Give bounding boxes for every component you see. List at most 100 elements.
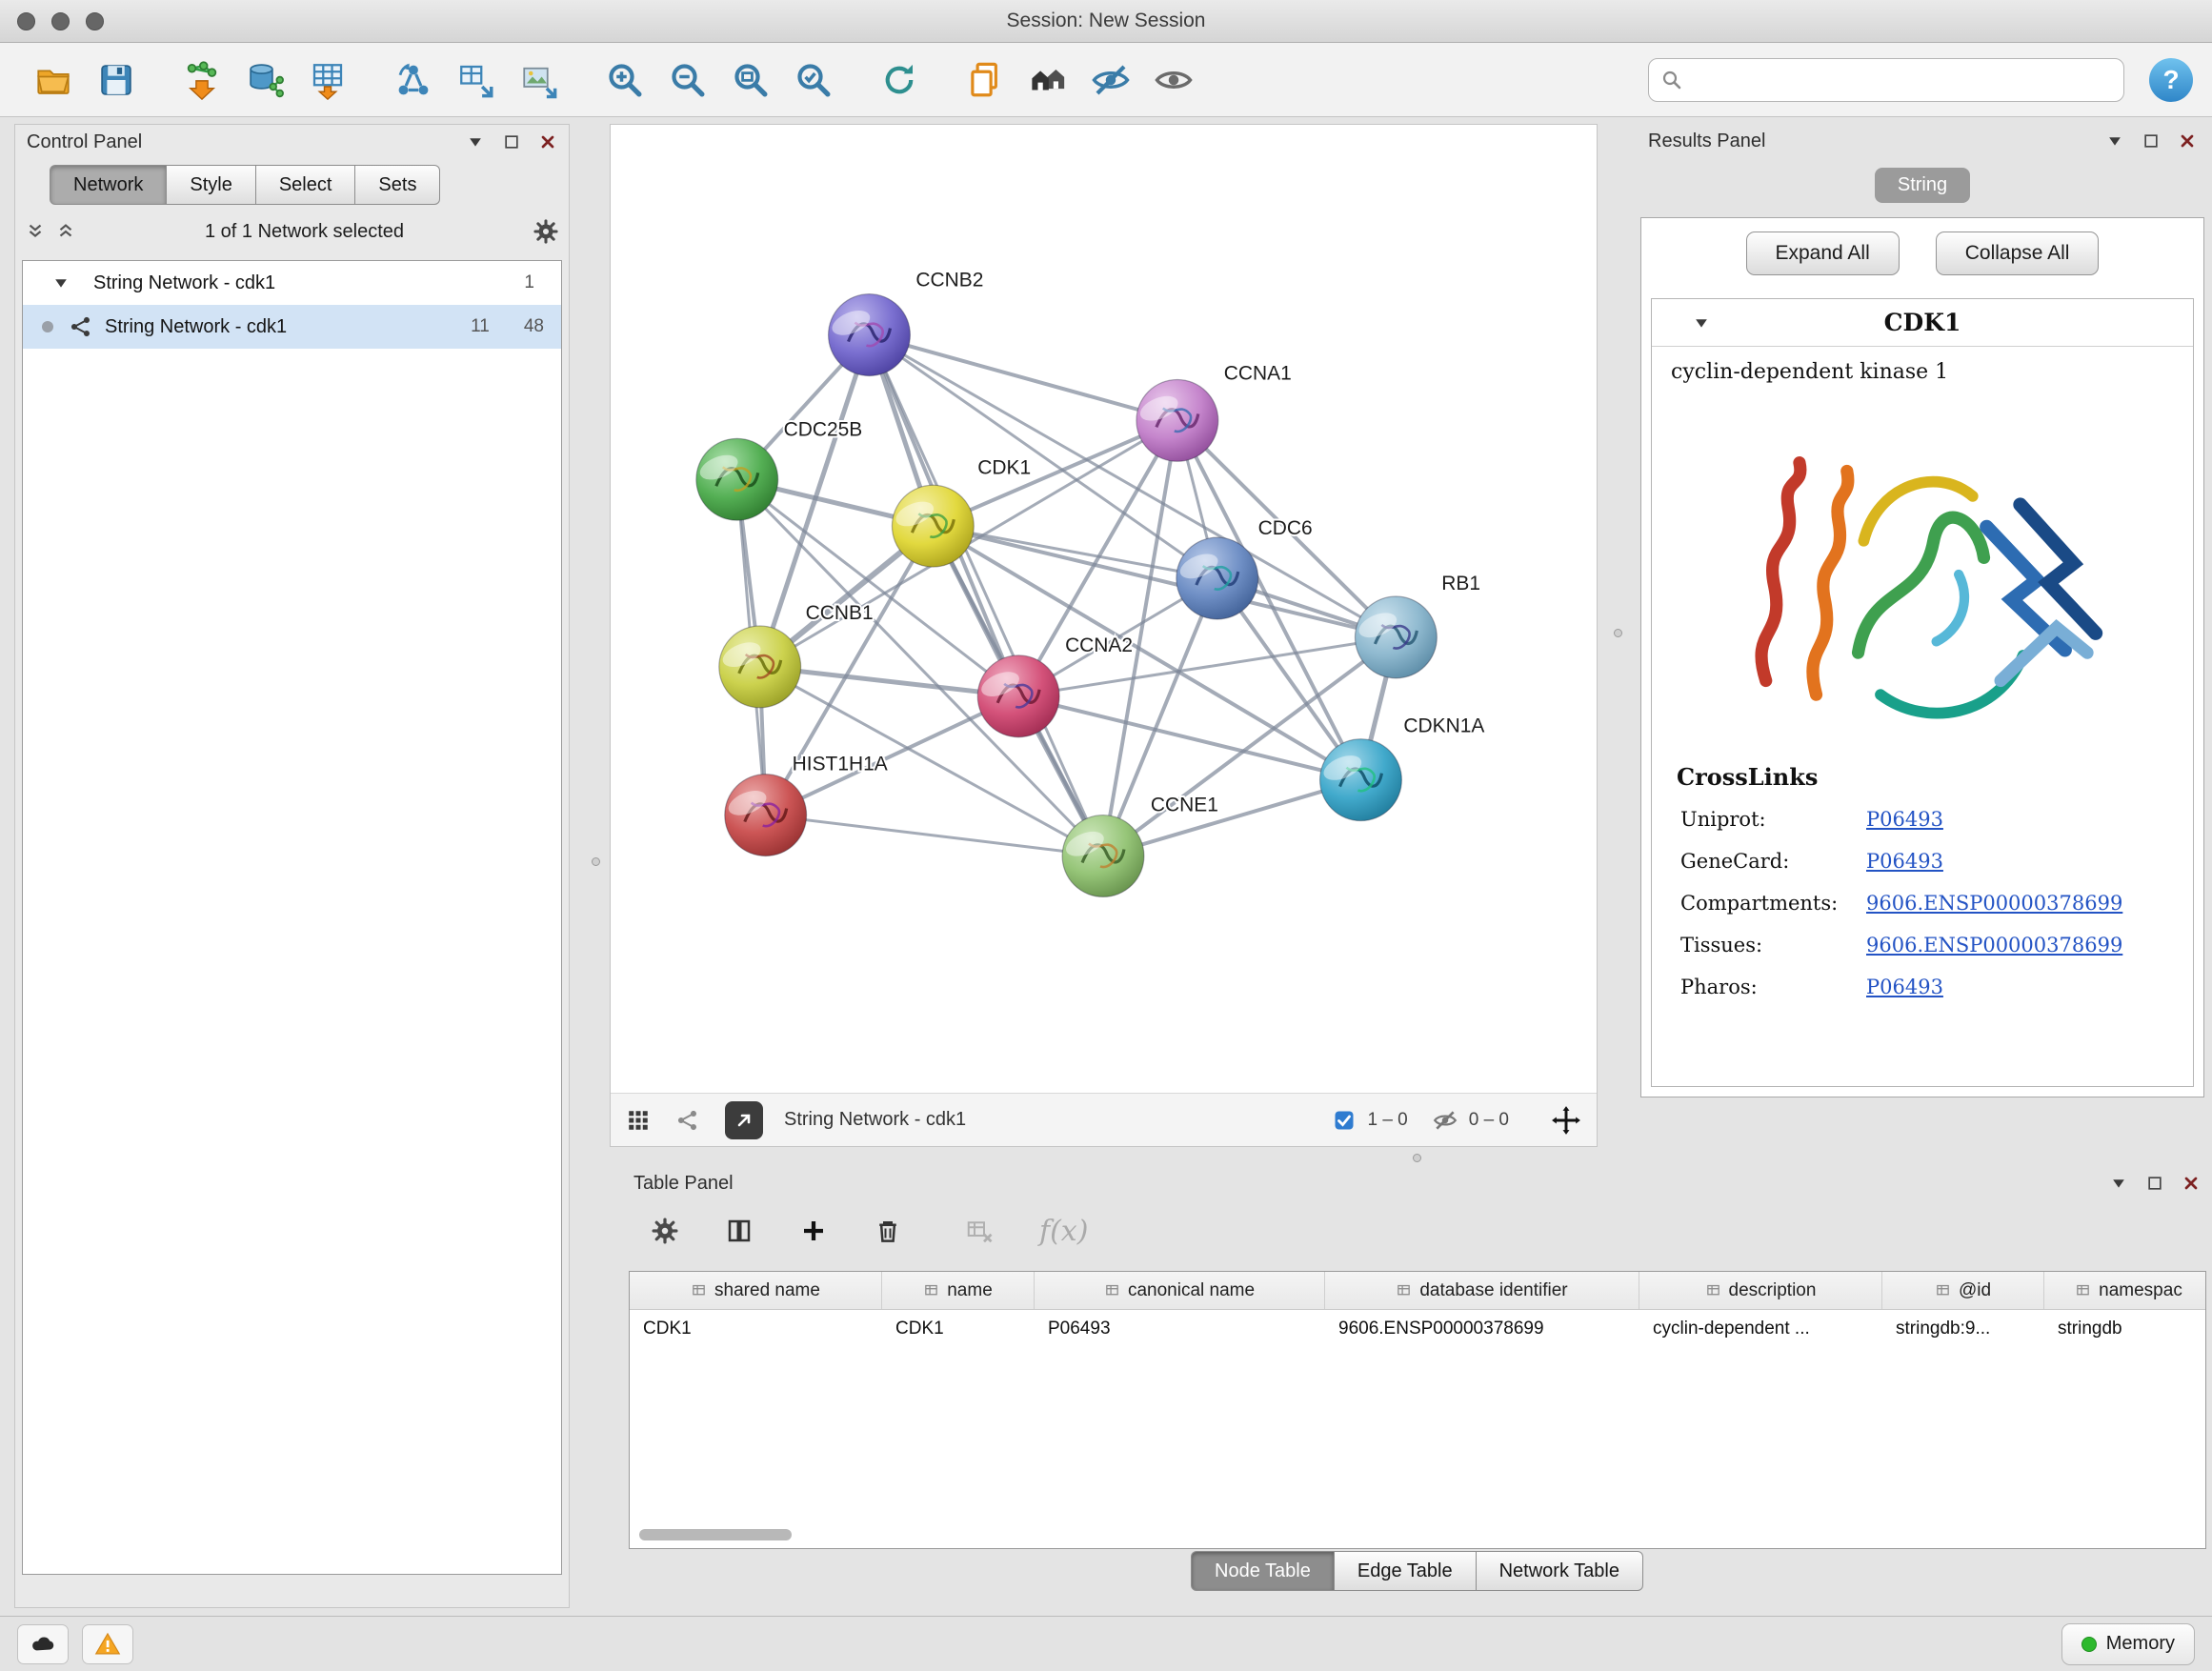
column-options-icon[interactable] — [1935, 1282, 1951, 1299]
network-node-CCNB2[interactable] — [829, 294, 911, 376]
column-options-icon[interactable] — [691, 1282, 707, 1299]
selected-checkbox-icon[interactable] — [1333, 1109, 1356, 1132]
close-panel-button[interactable] — [2182, 1174, 2201, 1193]
protein-card-header[interactable]: CDK1 — [1652, 299, 2193, 347]
tab-sets[interactable]: Sets — [355, 165, 440, 205]
column-header-name[interactable]: name — [882, 1272, 1035, 1309]
tab-network[interactable]: Network — [50, 165, 167, 205]
float-panel-button[interactable] — [2142, 131, 2161, 151]
expand-all-icon[interactable] — [55, 221, 76, 242]
column-header-shared-name[interactable]: shared name — [630, 1272, 882, 1309]
export-image-button[interactable] — [514, 55, 564, 105]
card-expander-icon[interactable] — [1692, 313, 1711, 332]
column-options-icon[interactable] — [1104, 1282, 1120, 1299]
import-network-file-button[interactable] — [177, 55, 227, 105]
close-panel-button[interactable] — [2178, 131, 2197, 151]
zoom-selected-button[interactable] — [789, 55, 838, 105]
close-panel-button[interactable] — [538, 132, 557, 151]
network-node-CCNE1[interactable] — [1062, 815, 1144, 897]
network-edge-CCNB2-CCNE1[interactable] — [869, 335, 1103, 856]
column-header-namespac[interactable]: namespac — [2044, 1272, 2206, 1309]
splitter-handle[interactable] — [592, 857, 600, 866]
network-node-CCNB1[interactable] — [719, 626, 801, 708]
crosslink-link-uniprot[interactable]: P06493 — [1866, 808, 1943, 831]
horizontal-scrollbar[interactable] — [639, 1529, 792, 1540]
zoom-fit-button[interactable] — [726, 55, 775, 105]
cell-namespac[interactable]: stringdb — [2044, 1310, 2206, 1348]
search-input[interactable] — [1691, 69, 2112, 91]
tab-network-table[interactable]: Network Table — [1477, 1551, 1643, 1591]
tab-select[interactable]: Select — [256, 165, 356, 205]
crosslink-link-compartments[interactable]: 9606.ENSP00000378699 — [1866, 892, 2122, 915]
network-from-table-button[interactable] — [452, 55, 501, 105]
tab-string-badge[interactable]: String — [1875, 168, 1970, 203]
cell-canonical-name[interactable]: P06493 — [1035, 1310, 1325, 1348]
open-in-new-window-button[interactable] — [725, 1101, 763, 1139]
window-minimize-button[interactable] — [51, 12, 70, 30]
network-collection-row[interactable]: String Network - cdk1 1 — [23, 261, 561, 305]
splitter-handle[interactable] — [1413, 1154, 1421, 1162]
zoom-out-button[interactable] — [663, 55, 713, 105]
import-network-database-button[interactable] — [240, 55, 290, 105]
memory-button[interactable]: Memory — [2061, 1623, 2195, 1665]
cell-description[interactable]: cyclin-dependent ... — [1639, 1310, 1882, 1348]
window-zoom-button[interactable] — [86, 12, 104, 30]
network-node-RB1[interactable] — [1355, 596, 1437, 678]
share-network-button[interactable] — [675, 1108, 700, 1133]
table-settings-gear-icon[interactable] — [651, 1217, 679, 1245]
network-node-CDC25B[interactable] — [696, 438, 778, 520]
hidden-eye-icon[interactable] — [1433, 1108, 1458, 1133]
help-button[interactable]: ? — [2149, 58, 2193, 102]
splitter-handle[interactable] — [1614, 629, 1622, 637]
network-node-HIST1H1A[interactable] — [725, 775, 807, 856]
column-header-description[interactable]: description — [1639, 1272, 1882, 1309]
network-node-CDC6[interactable] — [1176, 537, 1258, 619]
delete-column-icon[interactable] — [874, 1217, 902, 1245]
network-edge-HIST1H1A-CCNE1[interactable] — [766, 815, 1103, 856]
import-table-button[interactable] — [303, 55, 352, 105]
float-panel-button[interactable] — [2145, 1174, 2164, 1193]
column-options-icon[interactable] — [1396, 1282, 1412, 1299]
tab-style[interactable]: Style — [167, 165, 255, 205]
crosslink-link-pharos[interactable]: P06493 — [1866, 976, 1943, 998]
network-node-CCNA2[interactable] — [977, 655, 1059, 737]
column-header-canonical-name[interactable]: canonical name — [1035, 1272, 1325, 1309]
crosslink-link-genecard[interactable]: P06493 — [1866, 850, 1943, 873]
save-session-button[interactable] — [91, 55, 141, 105]
network-canvas[interactable]: CCNB2CCNA1CDC25BCDK1CDC6RB1CCNB1CCNA2CDK… — [611, 125, 1597, 1093]
show-button[interactable] — [1149, 55, 1198, 105]
network-edge-CCNB2-CCNA1[interactable] — [869, 335, 1176, 421]
column-header-id[interactable]: @id — [1882, 1272, 2044, 1309]
cell-shared-name[interactable]: CDK1 — [630, 1310, 882, 1348]
table-row[interactable]: CDK1CDK1P064939606.ENSP00000378699cyclin… — [630, 1310, 2205, 1348]
new-network-button[interactable] — [389, 55, 438, 105]
tab-node-table[interactable]: Node Table — [1191, 1551, 1335, 1591]
expand-all-button[interactable]: Expand All — [1746, 232, 1900, 275]
collapse-all-button[interactable]: Collapse All — [1936, 232, 2100, 275]
window-close-button[interactable] — [17, 12, 35, 30]
home-button[interactable] — [1023, 55, 1073, 105]
grid-view-button[interactable] — [626, 1108, 651, 1133]
crosslink-link-tissues[interactable]: 9606.ENSP00000378699 — [1866, 934, 2122, 956]
network-edge-CCNB2-RB1[interactable] — [869, 335, 1396, 637]
panel-menu-icon[interactable] — [466, 132, 485, 151]
column-options-icon[interactable] — [923, 1282, 939, 1299]
pan-mode-button[interactable] — [1551, 1105, 1581, 1136]
cell-database-identifier[interactable]: 9606.ENSP00000378699 — [1325, 1310, 1639, 1348]
redraw-button[interactable] — [875, 55, 924, 105]
network-node-CCNA1[interactable] — [1136, 379, 1218, 461]
column-header-database-identifier[interactable]: database identifier — [1325, 1272, 1639, 1309]
cell-name[interactable]: CDK1 — [882, 1310, 1035, 1348]
column-options-icon[interactable] — [1705, 1282, 1721, 1299]
hide-button[interactable] — [1086, 55, 1136, 105]
float-panel-button[interactable] — [502, 132, 521, 151]
tab-edge-table[interactable]: Edge Table — [1335, 1551, 1477, 1591]
open-session-button[interactable] — [29, 55, 78, 105]
network-options-gear-icon[interactable] — [533, 218, 559, 245]
panel-menu-icon[interactable] — [2109, 1174, 2128, 1193]
tree-expander-icon[interactable] — [51, 273, 70, 292]
panel-menu-icon[interactable] — [2105, 131, 2124, 151]
network-node-CDKN1A[interactable] — [1320, 739, 1402, 821]
network-node-CDK1[interactable] — [892, 485, 974, 567]
add-column-icon[interactable] — [799, 1217, 828, 1245]
